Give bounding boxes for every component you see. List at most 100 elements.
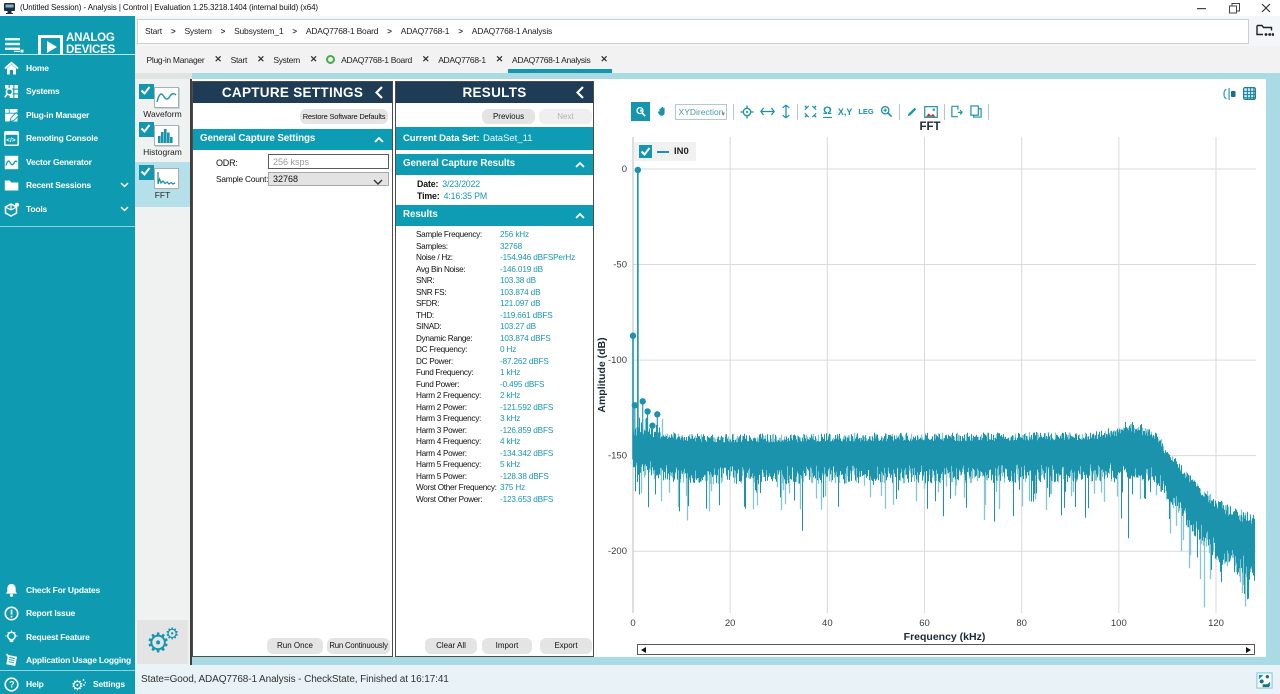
tab-system[interactable]: System ✕	[269, 46, 322, 73]
restore-button[interactable]	[1220, 0, 1248, 16]
results-section[interactable]: Results	[396, 205, 593, 226]
sidebar-item-remoting-console[interactable]: </> Remoting Console	[0, 131, 135, 147]
result-row: Worst Other Frequency: 375 Hz	[416, 483, 592, 495]
result-row: Fund Frequency: 1 kHz	[416, 368, 592, 380]
zoom-select-tool-button[interactable]	[631, 102, 650, 121]
analysis-checkbox[interactable]	[139, 165, 154, 180]
pan-tool-icon[interactable]	[656, 105, 669, 118]
odr-label: ODR:	[216, 158, 238, 168]
result-row: Dynamic Range: 103.874 dBFS	[416, 334, 592, 346]
logo-block: ANALOG DEVICES AHEAD OF WHAT'S POSSIBLE …	[0, 16, 135, 55]
table-view-icon[interactable]	[1243, 87, 1256, 100]
xy-coordinates-toggle[interactable]: X,Y	[838, 107, 853, 117]
scroll-right-icon[interactable]	[1246, 647, 1251, 653]
open-session-folder-icon[interactable]	[1256, 23, 1274, 38]
breadcrumb-item[interactable]: Subsystem_1	[234, 26, 283, 36]
legend-toggle[interactable]: LEG	[858, 107, 873, 116]
previous-button[interactable]: Previous	[482, 109, 535, 124]
fit-all-icon[interactable]	[804, 105, 817, 118]
sidebar-item-plug-in-manager[interactable]: Plug-in Manager	[0, 108, 135, 124]
collapse-section-icon[interactable]	[575, 162, 585, 168]
collapse-section-icon[interactable]	[575, 213, 585, 219]
sidebar-item-check-for-updates[interactable]: Check For Updates	[0, 583, 135, 599]
menu-icon[interactable]	[5, 37, 24, 53]
zoom-in-icon[interactable]	[880, 105, 893, 118]
collapse-panel-icon[interactable]	[576, 86, 584, 99]
tab-start[interactable]: Start ✕	[226, 46, 269, 73]
analysis-item-waveform[interactable]: Waveform	[135, 81, 190, 123]
chart-corner-icons	[1223, 87, 1256, 100]
fft-plot[interactable]: 0-50-100-150-200020406080100120Amplitude…	[594, 79, 1266, 657]
home-icon	[4, 61, 19, 76]
tab-plug-in-manager[interactable]: Plug-in Manager ✕	[142, 46, 226, 73]
breadcrumb-item[interactable]: ADAQ7768-1	[401, 26, 450, 36]
breadcrumb-item[interactable]: ADAQ7768-1 Analysis	[472, 26, 552, 36]
general-capture-results-section[interactable]: General Capture Results	[396, 154, 593, 175]
svg-text:-150: -150	[608, 451, 627, 462]
result-row: SNR: 103.38 dB	[416, 276, 592, 288]
chart-horizontal-scrollbar[interactable]	[637, 644, 1255, 655]
general-capture-settings-section[interactable]: General Capture Settings	[193, 129, 392, 150]
annotate-pencil-icon[interactable]	[906, 106, 918, 118]
dock-panel-icon[interactable]	[1223, 88, 1236, 100]
run-once-button[interactable]: Run Once	[267, 638, 323, 654]
tab-close-icon[interactable]: ✕	[257, 54, 264, 65]
tab-close-icon[interactable]: ✕	[496, 54, 503, 65]
tools-icon	[4, 202, 19, 217]
sidebar-item-recent-sessions[interactable]: Recent Sessions	[0, 178, 135, 194]
tab-adaq7768-1-analysis[interactable]: ADAQ7768-1 Analysis ✕	[508, 46, 613, 73]
close-button[interactable]	[1252, 0, 1280, 16]
chart-title: FFT	[594, 121, 1266, 133]
clear-all-button[interactable]: Clear All	[425, 638, 477, 654]
undo-zoom-icon[interactable]: Ω	[823, 106, 832, 118]
export-button[interactable]: Export	[540, 638, 592, 654]
tab-close-icon[interactable]: ✕	[214, 54, 221, 65]
collapse-section-icon[interactable]	[374, 137, 384, 143]
svg-text:60: 60	[919, 618, 930, 629]
export-data-icon[interactable]	[951, 105, 964, 118]
copy-icon[interactable]	[970, 105, 982, 118]
breadcrumb-item[interactable]: Start	[145, 26, 162, 36]
sidebar-item-request-feature[interactable]: Request Feature	[0, 630, 135, 646]
sidebar-item-application-usage-logging[interactable]: Application Usage Logging	[0, 653, 135, 669]
analysis-item-fft[interactable]: FFT	[135, 162, 190, 207]
analysis-item-histogram[interactable]: Histogram	[135, 119, 190, 161]
legend-line-sample	[657, 151, 669, 153]
results-panel: RESULTS Previous Next Current Data Set: …	[395, 81, 594, 657]
sidebar-item-systems[interactable]: Systems	[0, 84, 135, 100]
tab-close-icon[interactable]: ✕	[600, 54, 607, 65]
legend-checkbox[interactable]	[639, 145, 652, 158]
import-button[interactable]: Import	[482, 638, 532, 654]
snapshot-icon[interactable]	[924, 106, 938, 118]
odr-input[interactable]	[268, 154, 389, 169]
restore-defaults-button[interactable]: Restore Software Defaults	[300, 109, 388, 124]
title-bar: (Untitled Session) - Analysis | Control …	[0, 0, 1280, 16]
tab-close-icon[interactable]: ✕	[422, 54, 429, 65]
breadcrumb-item[interactable]: System	[184, 26, 211, 36]
sidebar-item-vector-generator[interactable]: Vector Generator	[0, 155, 135, 171]
breadcrumb-item[interactable]: ADAQ7768-1 Board	[306, 26, 378, 36]
fit-height-icon[interactable]	[781, 104, 791, 119]
analysis-checkbox[interactable]	[139, 122, 154, 137]
next-button[interactable]: Next	[539, 109, 592, 124]
xy-direction-select[interactable]: XYDirection ▾	[675, 104, 727, 120]
tab-adaq7768-1-board[interactable]: ADAQ7768-1 Board ✕	[322, 46, 434, 73]
scroll-left-icon[interactable]	[641, 647, 646, 653]
fit-width-icon[interactable]	[760, 106, 775, 117]
breadcrumb-separator: >	[458, 27, 462, 37]
tab-close-icon[interactable]: ✕	[310, 54, 317, 65]
breadcrumb: Start>System>Subsystem_1>ADAQ7768-1 Boar…	[145, 26, 552, 36]
analysis-checkbox[interactable]	[139, 84, 154, 99]
sidebar-item-report-issue[interactable]: Report Issue	[0, 606, 135, 622]
center-plot-icon[interactable]	[740, 105, 754, 119]
tab-adaq7768-1[interactable]: ADAQ7768-1 ✕	[434, 46, 508, 73]
chart-toolbar: XYDirection ▾ Ω X,Y LEG	[631, 102, 989, 121]
collapse-panel-icon[interactable]	[375, 86, 383, 99]
analysis-settings-button[interactable]: ⚙ ⚙	[137, 620, 188, 664]
sidebar-item-home[interactable]: Home	[0, 61, 135, 77]
sidebar-item-tools[interactable]: Tools	[0, 202, 135, 218]
sample-count-select[interactable]: 32768	[268, 172, 389, 186]
layout-status-icon[interactable]	[1256, 672, 1273, 689]
minimize-button[interactable]	[1188, 0, 1216, 16]
run-continuously-button[interactable]: Run Continuously	[327, 638, 390, 654]
